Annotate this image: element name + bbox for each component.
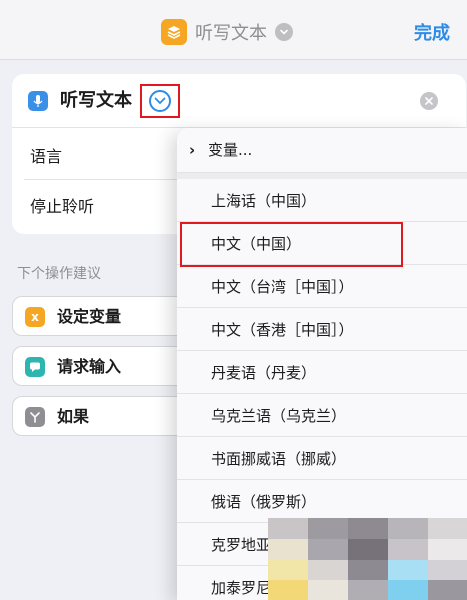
shortcuts-app-icon [161,19,187,45]
language-option[interactable]: 中文（香港［中国］） [177,308,467,351]
variables-menu-item[interactable]: › 变量... [177,128,467,173]
shortcut-title: 听写文本 [195,23,267,44]
language-option[interactable]: 上海话（中国） [177,179,467,222]
language-option-label: 书面挪威语（挪威） [211,450,347,468]
chat-bubble-icon [25,357,45,377]
language-option-selected[interactable]: 中文（中国） [177,222,467,265]
language-option-label: 中文（台湾［中国］） [211,278,354,296]
action-title: 听写文本 [60,90,132,111]
language-option[interactable]: 俄语（俄罗斯） [177,480,467,523]
language-option-label: 上海话（中国） [211,192,317,210]
action-card-header: 听写文本 [12,74,466,128]
suggestion-label: 请求输入 [57,357,122,376]
language-option[interactable]: 书面挪威语（挪威） [177,437,467,480]
language-parameter[interactable]: 语言 [30,146,62,168]
done-button[interactable]: 完成 [414,19,450,45]
language-option-label: 丹麦语（丹麦） [211,364,317,382]
microphone-icon [28,91,48,111]
suggestion-label: 设定变量 [57,307,122,326]
language-option[interactable]: 乌克兰语（乌克兰） [177,394,467,437]
language-option-label: 乌克兰语（乌克兰） [211,407,347,425]
branch-icon [25,407,45,427]
language-option-label: 中文（中国） [211,235,302,253]
watermark-mosaic [268,518,467,600]
language-option-label: 中文（香港［中国］） [211,321,354,339]
expand-parameters-button[interactable] [140,84,180,118]
stop-listening-parameter[interactable]: 停止聆听 [30,196,94,218]
close-icon[interactable] [420,92,438,110]
chevron-right-icon: › [189,141,196,159]
chevron-down-icon[interactable] [275,23,293,41]
variables-label: 变量... [208,141,253,159]
suggestion-label: 如果 [57,407,90,426]
chevron-down-circle-icon [149,90,171,112]
navigation-bar: 听写文本 完成 [0,0,467,60]
shortcut-title-group[interactable]: 听写文本 [161,16,293,48]
language-option[interactable]: 丹麦语（丹麦） [177,351,467,394]
language-option[interactable]: 中文（台湾［中国］） [177,265,467,308]
language-option-label: 俄语（俄罗斯） [211,493,317,511]
next-action-suggestions-header: 下个操作建议 [17,266,101,282]
variable-icon: x [25,307,45,327]
